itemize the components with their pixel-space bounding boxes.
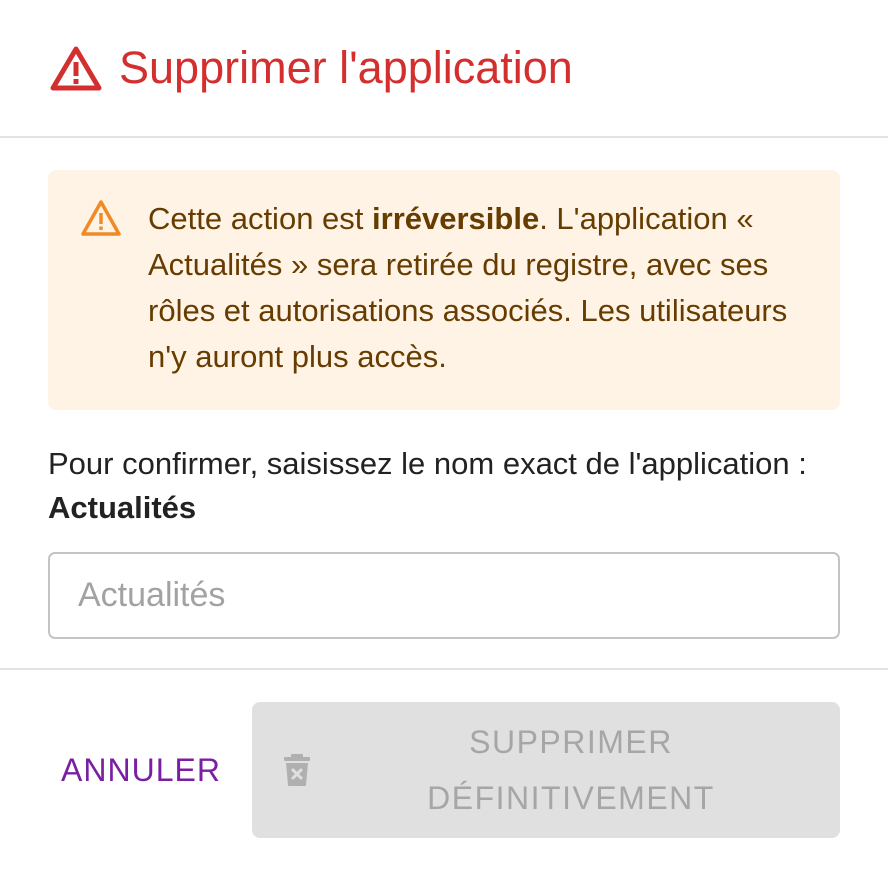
dialog-title: Supprimer l'application: [119, 41, 573, 93]
alert-text-before: Cette action est: [148, 201, 373, 236]
dialog-header: Supprimer l'application: [0, 0, 888, 138]
alert-message: Cette action est irréversible. L'applica…: [148, 196, 800, 380]
dialog-actions: ANNULER SUPPRIMER DÉFINITIVEMENT: [0, 670, 888, 870]
delete-application-dialog: Supprimer l'application Cette action est…: [0, 0, 888, 872]
confirm-prompt: Pour confirmer, saisissez le nom exact d…: [48, 446, 807, 481]
trash-icon: [282, 753, 312, 787]
warning-icon: [80, 199, 122, 237]
cancel-button[interactable]: ANNULER: [48, 702, 234, 838]
delete-permanently-button[interactable]: SUPPRIMER DÉFINITIVEMENT: [252, 702, 840, 838]
warning-icon: [50, 45, 102, 91]
warning-alert: Cette action est irréversible. L'applica…: [48, 170, 840, 410]
confirm-instructions: Pour confirmer, saisissez le nom exact d…: [48, 442, 840, 530]
dialog-body: Cette action est irréversible. L'applica…: [0, 138, 888, 670]
confirm-app-name: Actualités: [48, 490, 197, 525]
app-name-field[interactable]: [48, 552, 840, 639]
app-name-input[interactable]: [76, 575, 838, 616]
delete-button-label: SUPPRIMER DÉFINITIVEMENT: [427, 724, 715, 816]
alert-text-bold: irréversible: [372, 201, 540, 236]
